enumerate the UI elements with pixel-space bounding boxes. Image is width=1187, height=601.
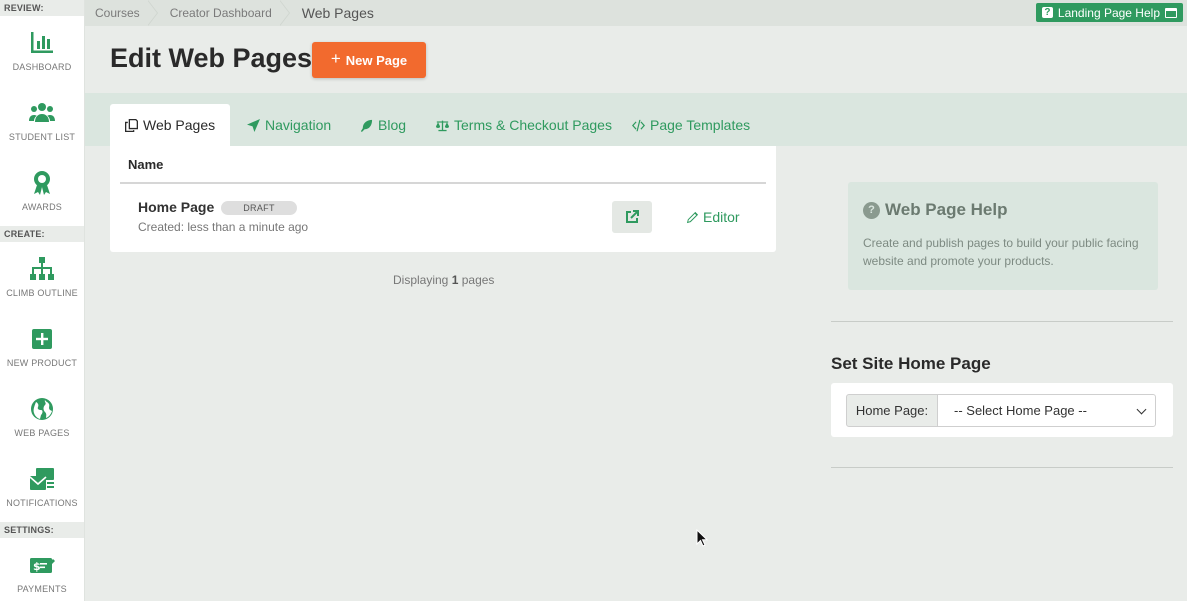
tab-blog[interactable]: Blog [360, 104, 406, 146]
sidebar: REVIEW: DASHBOARD STUDENT LIST AWARDS CR… [0, 0, 85, 601]
displaying-count: 1 [451, 273, 459, 287]
pencil-icon [686, 211, 699, 223]
sidebar-section-review: REVIEW: [0, 0, 84, 16]
open-page-button[interactable] [612, 201, 652, 233]
sidebar-item-awards[interactable]: AWARDS [0, 156, 84, 226]
sidebar-item-label: CLIMB OUTLINE [6, 288, 78, 298]
web-page-help-card: ? Web Page Help Create and publish pages… [848, 182, 1158, 290]
sitemap-icon [30, 257, 54, 280]
sidebar-item-label: NOTIFICATIONS [6, 498, 78, 508]
breadcrumb-creator-dashboard[interactable]: Creator Dashboard [160, 0, 292, 26]
award-icon [34, 171, 50, 195]
home-page-panel: Home Page: -- Select Home Page -- [831, 383, 1173, 437]
displaying-prefix: Displaying [393, 273, 449, 287]
chart-icon [31, 32, 53, 53]
sidebar-item-dashboard[interactable]: DASHBOARD [0, 16, 84, 86]
balance-scale-icon [436, 120, 449, 131]
pagination-summary: Displaying 1 pages [393, 273, 494, 287]
svg-text:$: $ [33, 560, 41, 573]
sidebar-item-new-product[interactable]: NEW PRODUCT [0, 312, 84, 382]
breadcrumb-web-pages: Web Pages [301, 5, 374, 21]
plus-icon: + [330, 49, 341, 68]
divider [831, 321, 1173, 322]
money-check-icon: $ [30, 558, 55, 573]
users-icon [29, 103, 55, 122]
sidebar-item-label: WEB PAGES [14, 428, 70, 438]
header-divider [120, 182, 766, 184]
status-badge: DRAFT [221, 201, 297, 215]
page-title: Edit Web Pages [110, 43, 313, 73]
external-link-icon [626, 210, 639, 223]
sidebar-item-student-list[interactable]: STUDENT LIST [0, 86, 84, 156]
help-card-title-text: Web Page Help [885, 200, 1008, 219]
tab-label: Page Templates [650, 117, 751, 133]
new-page-label: New Page [345, 52, 408, 68]
landing-page-help-button[interactable]: ? Landing Page Help [1035, 3, 1183, 22]
breadcrumb: Courses Creator Dashboard Web Pages ? La… [85, 0, 1187, 26]
landing-page-help-label: Landing Page Help [1057, 5, 1160, 20]
sidebar-item-payments[interactable]: $ PAYMENTS [0, 538, 84, 601]
sidebar-item-label: AWARDS [21, 202, 63, 212]
plus-square-icon [32, 329, 52, 349]
sidebar-item-label: STUDENT LIST [8, 132, 76, 142]
envelope-icon [29, 468, 54, 490]
home-page-selected: -- Select Home Page -- [954, 403, 1087, 418]
editor-link[interactable]: Editor [686, 209, 740, 225]
breadcrumb-courses[interactable]: Courses [85, 0, 160, 26]
sidebar-item-climb-outline[interactable]: CLIMB OUTLINE [0, 242, 84, 312]
tab-navigation[interactable]: Navigation [247, 104, 331, 146]
window-icon [1165, 7, 1177, 18]
tab-label: Terms & Checkout Pages [454, 117, 612, 133]
tab-label: Web Pages [143, 117, 216, 133]
home-page-select[interactable]: -- Select Home Page -- [937, 394, 1156, 427]
help-card-body: Create and publish pages to build your p… [863, 236, 1139, 268]
chevron-down-icon [1136, 404, 1147, 415]
set-home-title: Set Site Home Page [831, 354, 991, 373]
tab-terms-checkout[interactable]: Terms & Checkout Pages [436, 104, 612, 146]
editor-label: Editor [703, 209, 740, 225]
column-header-name: Name [128, 157, 164, 172]
feather-icon [360, 119, 373, 132]
sidebar-item-label: DASHBOARD [12, 62, 72, 72]
tabs-bar: Web Pages Navigation Blog Terms & Checko… [85, 93, 1187, 146]
sidebar-item-label: PAYMENTS [17, 584, 67, 594]
location-arrow-icon [247, 118, 260, 132]
globe-icon [31, 398, 53, 420]
web-pages-table: Name Home Page DRAFT Created: less than … [110, 146, 776, 252]
copy-icon [125, 118, 138, 132]
home-page-label: Home Page: [846, 394, 938, 427]
sidebar-item-label: NEW PRODUCT [6, 358, 78, 368]
page-name[interactable]: Home Page [138, 199, 214, 215]
new-page-button[interactable]: + New Page [312, 42, 426, 78]
mouse-cursor-icon [696, 529, 709, 547]
sidebar-section-settings: SETTINGS: [0, 522, 84, 538]
divider [831, 467, 1173, 468]
tab-page-templates[interactable]: Page Templates [632, 104, 750, 146]
created-time: Created: less than a minute ago [138, 220, 309, 234]
tab-web-pages[interactable]: Web Pages [110, 104, 231, 146]
tab-label: Blog [378, 117, 407, 133]
sidebar-item-notifications[interactable]: NOTIFICATIONS [0, 452, 84, 522]
question-circle-icon: ? [863, 201, 880, 219]
code-icon [632, 119, 645, 131]
sidebar-item-web-pages[interactable]: WEB PAGES [0, 382, 84, 452]
displaying-suffix: pages [461, 273, 495, 287]
help-card-title: ? Web Page Help [863, 200, 1143, 220]
sidebar-section-create: CREATE: [0, 226, 84, 242]
tab-label: Navigation [265, 117, 332, 133]
question-icon: ? [1041, 7, 1053, 18]
